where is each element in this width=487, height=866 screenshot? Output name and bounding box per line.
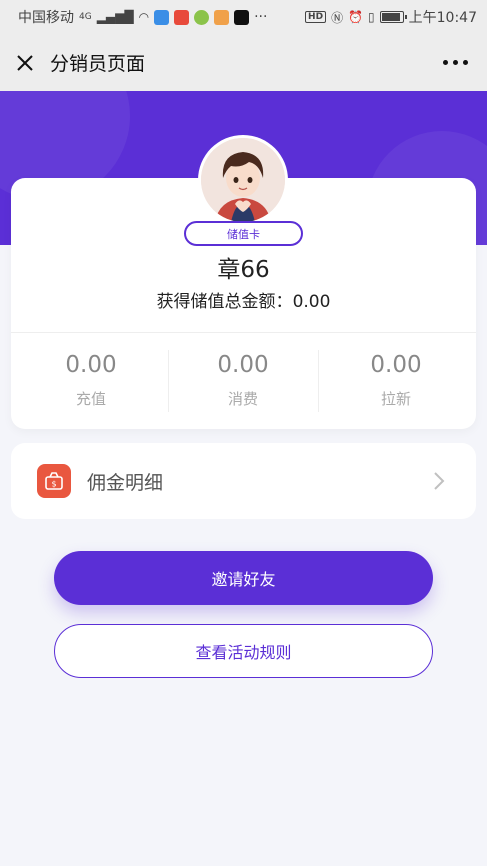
dot-icon [442, 59, 448, 65]
card-type-badge: 储值卡 [184, 221, 303, 246]
close-icon [17, 54, 33, 71]
vibrate-icon: ▯ [368, 10, 375, 24]
commission-label: 佣金明细 [87, 471, 164, 494]
dot-icon [462, 59, 468, 65]
stat-label: 拉新 [380, 390, 411, 408]
dot-icon [452, 59, 458, 65]
stat-label: 充值 [75, 390, 106, 408]
total-amount-label: 获得储值总金额： [156, 292, 293, 312]
close-button[interactable] [2, 34, 48, 91]
more-notifications: ··· [254, 9, 268, 25]
status-right: HD Ⓝ ⏰ ▯ 上午10:47 [305, 7, 477, 27]
total-amount-value: 0.00 [292, 292, 331, 312]
nfc-icon: Ⓝ [331, 10, 344, 25]
commission-detail-row[interactable]: $ 佣金明细 [11, 443, 476, 519]
divider [11, 332, 476, 333]
alarm-icon: ⏰ [348, 10, 364, 24]
nav-bar: 分销员页面 [0, 34, 487, 91]
network-type: 4G [79, 12, 92, 22]
tiktok-icon [234, 9, 250, 25]
stat-new-users[interactable]: 0.00 拉新 [321, 348, 471, 409]
stat-recharge[interactable]: 0.00 充值 [16, 348, 166, 409]
status-bar: 中国移动 4G ▂▄▆█ ◠ ··· HD Ⓝ ⏰ ▯ 上午10:47 [0, 0, 487, 34]
avatar[interactable] [198, 135, 288, 225]
svg-text:$: $ [51, 480, 56, 489]
app-notification-icon [214, 9, 230, 25]
stat-label: 消费 [227, 390, 258, 408]
more-options-button[interactable] [437, 50, 473, 74]
hd-icon: HD [305, 11, 327, 23]
app-notification-icon [174, 9, 190, 25]
user-name: 章66 [217, 257, 270, 283]
view-rules-button[interactable]: 查看活动规则 [54, 624, 433, 678]
stat-value: 0.00 [217, 352, 269, 378]
avatar-illustration [201, 138, 285, 222]
carrier-text: 中国移动 [18, 10, 74, 26]
battery-icon [379, 11, 407, 23]
invite-friends-button[interactable]: 邀请好友 [54, 551, 433, 605]
avatar-image [201, 138, 285, 222]
app-notification-icon [194, 9, 210, 25]
page-title: 分销员页面 [50, 53, 146, 75]
signal-icon: ▂▄▆█ [96, 10, 134, 24]
clock-text: 上午10:47 [408, 10, 477, 26]
stat-consumption[interactable]: 0.00 消费 [168, 348, 318, 409]
money-bag-icon: $ [37, 464, 71, 498]
chevron-right-icon [434, 472, 445, 490]
status-left: 中国移动 4G ▂▄▆█ ◠ ··· [18, 7, 267, 27]
divider [318, 350, 319, 412]
stat-value: 0.00 [65, 352, 117, 378]
stat-value: 0.00 [370, 352, 422, 378]
wifi-icon: ◠ [138, 10, 150, 24]
app-notification-icon [154, 9, 170, 25]
total-amount-line: 获得储值总金额：0.00 [0, 287, 487, 312]
